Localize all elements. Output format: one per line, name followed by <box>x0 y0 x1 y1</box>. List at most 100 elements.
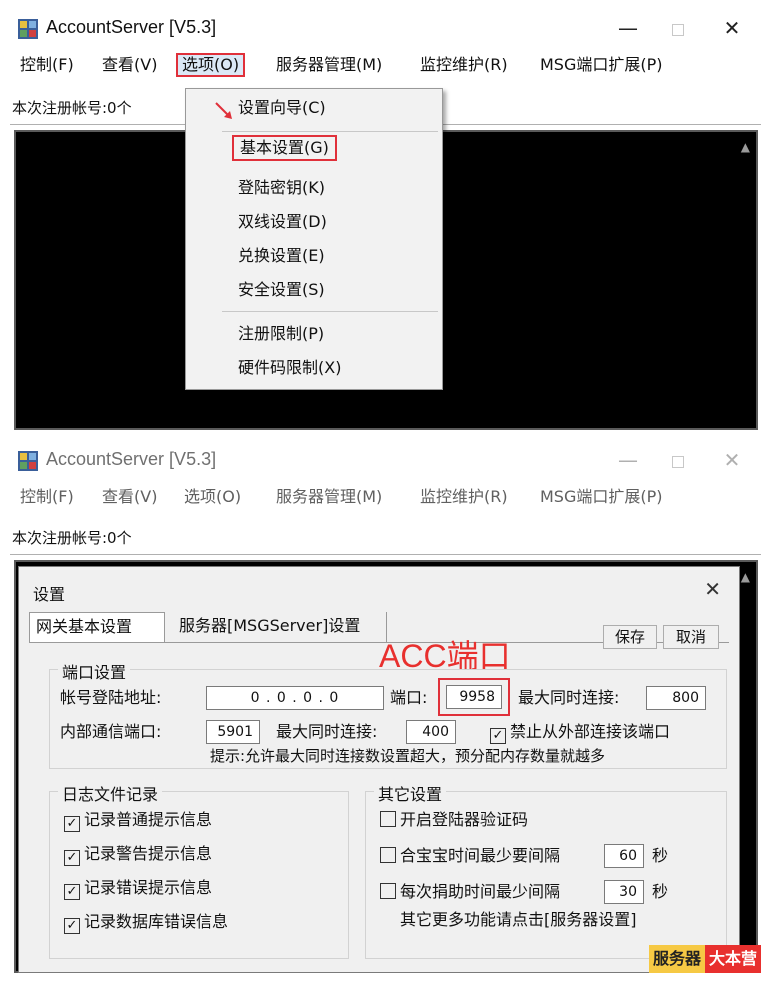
menu-control[interactable]: 控制(F) <box>16 485 78 509</box>
menu-item-login-key[interactable]: 登陆密钥(K) <box>238 175 325 201</box>
checkbox-checked-icon: ✓ <box>64 816 80 832</box>
menu-options[interactable]: 选项(O) <box>176 53 246 77</box>
minimize-button[interactable]: — <box>616 15 640 41</box>
close-button[interactable]: ✕ <box>720 447 744 473</box>
log-db-error-checkbox[interactable]: ✓ 记录数据库错误信息 <box>64 910 228 934</box>
internal-port-label: 内部通信端口: <box>60 722 162 741</box>
menu-bar: 控制(F) 查看(V) 选项(O) 服务器管理(M) 监控维护(R) MSG端口… <box>10 482 761 512</box>
max-connections-2-input[interactable]: 400 <box>406 720 456 744</box>
log-warning-checkbox[interactable]: ✓ 记录警告提示信息 <box>64 842 212 866</box>
menu-monitor[interactable]: 监控维护(R) <box>416 485 512 509</box>
menu-item-basic-settings[interactable]: 基本设置(G) <box>232 135 337 161</box>
captcha-label: 开启登陆器验证码 <box>400 810 529 829</box>
menu-control[interactable]: 控制(F) <box>16 53 78 77</box>
log-warning-label: 记录警告提示信息 <box>84 844 213 863</box>
captcha-checkbox[interactable]: 开启登陆器验证码 <box>380 808 528 832</box>
account-server-window-settings: AccountServer [V5.3] — ✕ 控制(F) 查看(V) 选项(… <box>10 440 761 973</box>
merge-interval-label: 合宝宝时间最少要间隔 <box>400 846 561 865</box>
menu-item-register-limit[interactable]: 注册限制(P) <box>238 321 324 347</box>
other-settings-group: 其它设置 开启登陆器验证码 合宝宝时间最少要间隔 60 秒 每次捐助时间最少间隔… <box>365 781 727 959</box>
log-error-label: 记录错误提示信息 <box>84 878 213 897</box>
tab-gateway-basic[interactable]: 网关基本设置 <box>29 612 165 643</box>
menu-separator <box>222 311 438 312</box>
menu-bar: 控制(F) 查看(V) 选项(O) 服务器管理(M) 监控维护(R) MSG端口… <box>10 50 761 80</box>
menu-item-security[interactable]: 安全设置(S) <box>238 277 325 303</box>
checkbox-checked-icon: ✓ <box>64 850 80 866</box>
title-bar[interactable]: AccountServer [V5.3] — ✕ <box>10 8 761 48</box>
max-connections-label: 最大同时连接: <box>518 688 620 707</box>
title-bar[interactable]: AccountServer [V5.3] — ✕ <box>10 440 761 480</box>
watermark: 服务器 大本营 <box>648 945 761 973</box>
max-connections-input[interactable]: 800 <box>646 686 706 710</box>
window-title: AccountServer [V5.3] <box>46 449 217 469</box>
hint-text: 提示:允许最大同时连接数设置超大，预分配内存数量就越多 <box>210 747 606 765</box>
menu-monitor[interactable]: 监控维护(R) <box>416 53 512 77</box>
more-features-text: 其它更多功能请点击[服务器设置] <box>400 910 637 929</box>
menu-view[interactable]: 查看(V) <box>98 53 161 77</box>
save-button[interactable]: 保存 <box>603 625 657 649</box>
dialog-close-icon[interactable]: ✕ <box>704 577 721 601</box>
checkbox-unchecked-icon <box>380 847 396 863</box>
donate-interval-label: 每次捐助时间最少间隔 <box>400 882 561 901</box>
checkbox-checked-icon: ✓ <box>64 918 80 934</box>
log-normal-checkbox[interactable]: ✓ 记录普通提示信息 <box>64 808 212 832</box>
block-external-checkbox[interactable]: ✓ 禁止从外部连接该端口 <box>490 720 670 744</box>
options-dropdown: 设置向导(C) 基本设置(G) 登陆密钥(K) 双线设置(D) 兑换设置(E) … <box>185 88 443 390</box>
group-title: 端口设置 <box>58 659 131 683</box>
donate-interval-input[interactable]: 30 <box>604 880 644 904</box>
close-button[interactable]: ✕ <box>720 15 744 41</box>
menu-server-manage[interactable]: 服务器管理(M) <box>272 53 386 77</box>
menu-item-setup-wizard[interactable]: 设置向导(C) <box>238 95 326 121</box>
checkbox-unchecked-icon <box>380 811 396 827</box>
login-address-input[interactable]: 0 . 0 . 0 . 0 <box>206 686 384 710</box>
minimize-button[interactable]: — <box>616 447 640 473</box>
group-title: 日志文件记录 <box>58 781 163 805</box>
account-server-window-menu-open: AccountServer [V5.3] — ✕ 控制(F) 查看(V) 选项(… <box>10 8 761 430</box>
log-error-checkbox[interactable]: ✓ 记录错误提示信息 <box>64 876 212 900</box>
scroll-up-icon[interactable]: ▲ <box>741 570 750 584</box>
cancel-button[interactable]: 取消 <box>663 625 719 649</box>
port-settings-group: 端口设置 帐号登陆地址: 0 . 0 . 0 . 0 端口: 9958 最大同时… <box>49 659 727 769</box>
menu-item-hardware-limit[interactable]: 硬件码限制(X) <box>238 355 341 381</box>
menu-separator <box>222 131 438 132</box>
group-title: 其它设置 <box>374 781 447 805</box>
divider <box>10 554 761 555</box>
menu-server-manage[interactable]: 服务器管理(M) <box>272 485 386 509</box>
menu-msg-port[interactable]: MSG端口扩展(P) <box>536 485 667 509</box>
log-normal-label: 记录普通提示信息 <box>84 810 213 829</box>
checkbox-checked-icon: ✓ <box>64 884 80 900</box>
app-icon <box>18 451 38 471</box>
internal-port-input[interactable]: 5901 <box>206 720 260 744</box>
register-count: 本次注册帐号:0个 <box>12 529 132 547</box>
port-input[interactable]: 9958 <box>446 685 502 709</box>
watermark-part-2: 大本营 <box>704 945 761 973</box>
log-db-error-label: 记录数据库错误信息 <box>84 912 229 931</box>
app-icon <box>18 19 38 39</box>
merge-interval-input[interactable]: 60 <box>604 844 644 868</box>
port-label: 端口: <box>390 688 428 707</box>
register-count: 本次注册帐号:0个 <box>12 99 132 117</box>
maximize-button[interactable] <box>666 15 690 41</box>
window-title: AccountServer [V5.3] <box>46 17 217 37</box>
menu-options[interactable]: 选项(O) <box>180 485 245 509</box>
dialog-title: 设置 <box>33 585 66 604</box>
login-address-label: 帐号登陆地址: <box>60 688 162 707</box>
menu-view[interactable]: 查看(V) <box>98 485 161 509</box>
scroll-up-icon[interactable]: ▲ <box>741 140 750 154</box>
maximize-button[interactable] <box>666 447 690 473</box>
menu-item-exchange[interactable]: 兑换设置(E) <box>238 243 325 269</box>
checkbox-checked-icon: ✓ <box>490 728 506 744</box>
menu-msg-port[interactable]: MSG端口扩展(P) <box>536 53 667 77</box>
menu-item-dual-line[interactable]: 双线设置(D) <box>238 209 327 235</box>
donate-interval-checkbox[interactable]: 每次捐助时间最少间隔 <box>380 880 560 904</box>
seconds-unit: 秒 <box>652 882 669 901</box>
merge-interval-checkbox[interactable]: 合宝宝时间最少要间隔 <box>380 844 560 868</box>
seconds-unit: 秒 <box>652 846 669 865</box>
block-external-label: 禁止从外部连接该端口 <box>510 722 671 741</box>
watermark-part-1: 服务器 <box>648 945 705 973</box>
tab-msgserver[interactable]: 服务器[MSGServer]设置 <box>173 612 387 642</box>
red-arrow-icon <box>215 102 232 119</box>
settings-dialog: 设置 ✕ 网关基本设置 服务器[MSGServer]设置 保存 取消 ACC端口… <box>18 566 740 973</box>
checkbox-unchecked-icon <box>380 883 396 899</box>
log-settings-group: 日志文件记录 ✓ 记录普通提示信息 ✓ 记录警告提示信息 ✓ 记录错误提示信息 ✓ 记录… <box>49 781 349 959</box>
